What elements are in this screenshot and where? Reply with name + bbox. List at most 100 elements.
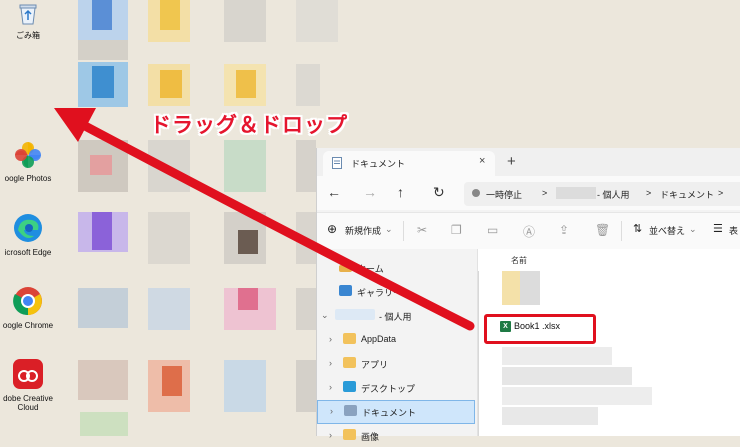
creative-cloud-icon (13, 359, 43, 389)
sidebar-item-label: ギャラリー (357, 288, 403, 298)
forward-button[interactable]: → (363, 184, 377, 200)
mosaic-block (162, 366, 182, 396)
folder-icon (343, 357, 356, 368)
mosaic-block (78, 288, 128, 328)
view-icon: ☰ (713, 223, 723, 235)
redacted-user-name (556, 187, 596, 199)
sort-button[interactable]: 並べ替え (649, 224, 685, 237)
breadcrumb-separator: > (646, 188, 652, 198)
rename-icon[interactable]: Ⓐ (523, 223, 535, 240)
copy-icon[interactable]: ❐ (451, 223, 462, 237)
redacted-file-row (502, 407, 598, 425)
sidebar-item-appdata[interactable]: › AppData (317, 329, 473, 351)
sidebar-item-label: ドキュメント (362, 408, 417, 418)
mosaic-block (78, 40, 128, 60)
mosaic-block (296, 360, 316, 412)
sidebar-item-home[interactable]: ホーム (317, 257, 473, 279)
column-header-name[interactable]: 名前 (511, 255, 527, 266)
new-button[interactable]: 新規作成 (345, 224, 381, 237)
command-bar: ⊕ 新規作成 ⌄ ✂ ❐ ▭ Ⓐ ⇪ 🗑 ⇅ 並べ替え ⌄ ☰ 表 (317, 212, 740, 250)
chevron-down-icon: ⌄ (385, 224, 393, 234)
desktop-icon-label: oogle Chrome (2, 321, 54, 330)
sidebar-item-label: ホーム (357, 264, 384, 274)
home-icon (339, 261, 352, 272)
refresh-button[interactable]: ↻ (433, 184, 445, 201)
divider (403, 221, 404, 241)
chevron-right-icon: › (329, 430, 332, 440)
breadcrumb-documents[interactable]: ドキュメント (660, 188, 714, 201)
mosaic-block (148, 212, 190, 264)
gallery-icon (339, 285, 352, 296)
scroll-track (478, 271, 479, 436)
mosaic-block (238, 288, 258, 310)
mosaic-block (160, 0, 180, 30)
mosaic-block (80, 412, 128, 436)
chevron-right-icon: › (329, 334, 332, 344)
sidebar-item-onedrive[interactable]: ⌄ - 個人用 (317, 305, 473, 327)
tab-title: ドキュメント (351, 159, 406, 169)
sidebar-item-apps[interactable]: › アプリ (317, 353, 473, 375)
view-button[interactable]: 表 (729, 224, 738, 237)
cut-icon[interactable]: ✂ (417, 223, 427, 237)
chevron-right-icon: › (330, 406, 333, 416)
share-icon[interactable]: ⇪ (559, 223, 569, 237)
navigation-bar: ← → ↑ ↻ 一時停止 > - 個人用 > ドキュメント > (317, 176, 740, 210)
desktop-icon-label: icrosoft Edge (4, 248, 52, 257)
delete-icon[interactable]: 🗑 (595, 223, 610, 237)
up-button[interactable]: ↑ (397, 184, 404, 200)
mosaic-block (224, 360, 266, 412)
divider (621, 221, 622, 241)
breadcrumb-paused[interactable]: 一時停止 (486, 188, 522, 201)
sidebar-item-label: 画像 (361, 432, 380, 442)
desktop-folder-icon (343, 381, 356, 392)
tab-documents[interactable]: ドキュメント × (323, 151, 495, 176)
file-explorer-window: ドキュメント × + ← → ↑ ↻ 一時停止 > - 個人用 > ドキュメント… (316, 148, 740, 442)
mosaic-block (296, 0, 338, 42)
desktop-icon-google-chrome[interactable]: oogle Chrome (0, 285, 56, 330)
sidebar-item-pictures[interactable]: › 画像 (317, 425, 473, 447)
breadcrumb-separator: > (718, 188, 724, 198)
desktop-icon-label: ごみ箱 (16, 31, 40, 40)
mosaic-block (224, 0, 266, 42)
redacted-file-row (502, 387, 652, 405)
mosaic-block (78, 360, 128, 400)
mosaic-block (236, 70, 256, 98)
sidebar-item-documents[interactable]: › ドキュメント (317, 400, 475, 424)
recycle-icon (19, 4, 37, 25)
paste-icon[interactable]: ▭ (487, 223, 498, 237)
redacted-file-row (502, 367, 632, 385)
redacted-file-row (502, 347, 612, 365)
sidebar-item-gallery[interactable]: ギャラリー (317, 281, 473, 303)
chevron-down-icon: ⌄ (321, 310, 329, 320)
mosaic-block (92, 212, 112, 250)
desktop-icon-recycle-bin[interactable]: ごみ箱 (0, 2, 56, 41)
desktop-icon-label: Cloud (17, 403, 39, 412)
tab-bar: ドキュメント × + (317, 148, 740, 176)
desktop-icon-google-photos[interactable]: oogle Photos (0, 140, 56, 183)
mosaic-block (148, 140, 190, 192)
redacted-file-row (520, 271, 540, 305)
mosaic-block (92, 0, 112, 30)
close-tab-button[interactable]: × (479, 155, 485, 167)
folder-icon (343, 333, 356, 344)
desktop-icon-adobe-creative-cloud[interactable]: dobe Creative Cloud (0, 358, 56, 412)
mosaic-block (296, 288, 316, 330)
drag-drop-annotation: ドラッグ＆ドロップ (150, 114, 348, 137)
address-bar[interactable]: 一時停止 > - 個人用 > ドキュメント > (464, 182, 740, 206)
mosaic-block (296, 64, 320, 106)
pinwheel-icon (15, 142, 41, 168)
new-tab-button[interactable]: + (507, 153, 516, 170)
chevron-down-icon: ⌄ (689, 224, 697, 234)
chevron-right-icon: › (329, 382, 332, 392)
sidebar-item-label: AppData (361, 334, 397, 344)
mosaic-block (296, 212, 316, 264)
cloud-icon (335, 309, 375, 320)
sidebar-item-label: アプリ (361, 360, 389, 370)
mosaic-block (148, 288, 190, 330)
sidebar-item-desktop[interactable]: › デスクトップ (317, 377, 473, 399)
back-button[interactable]: ← (327, 184, 341, 200)
desktop-icon-microsoft-edge[interactable]: icrosoft Edge (0, 212, 56, 257)
breadcrumb-user[interactable]: - 個人用 (597, 188, 630, 201)
edge-icon (14, 214, 42, 242)
mosaic-block (160, 70, 182, 98)
